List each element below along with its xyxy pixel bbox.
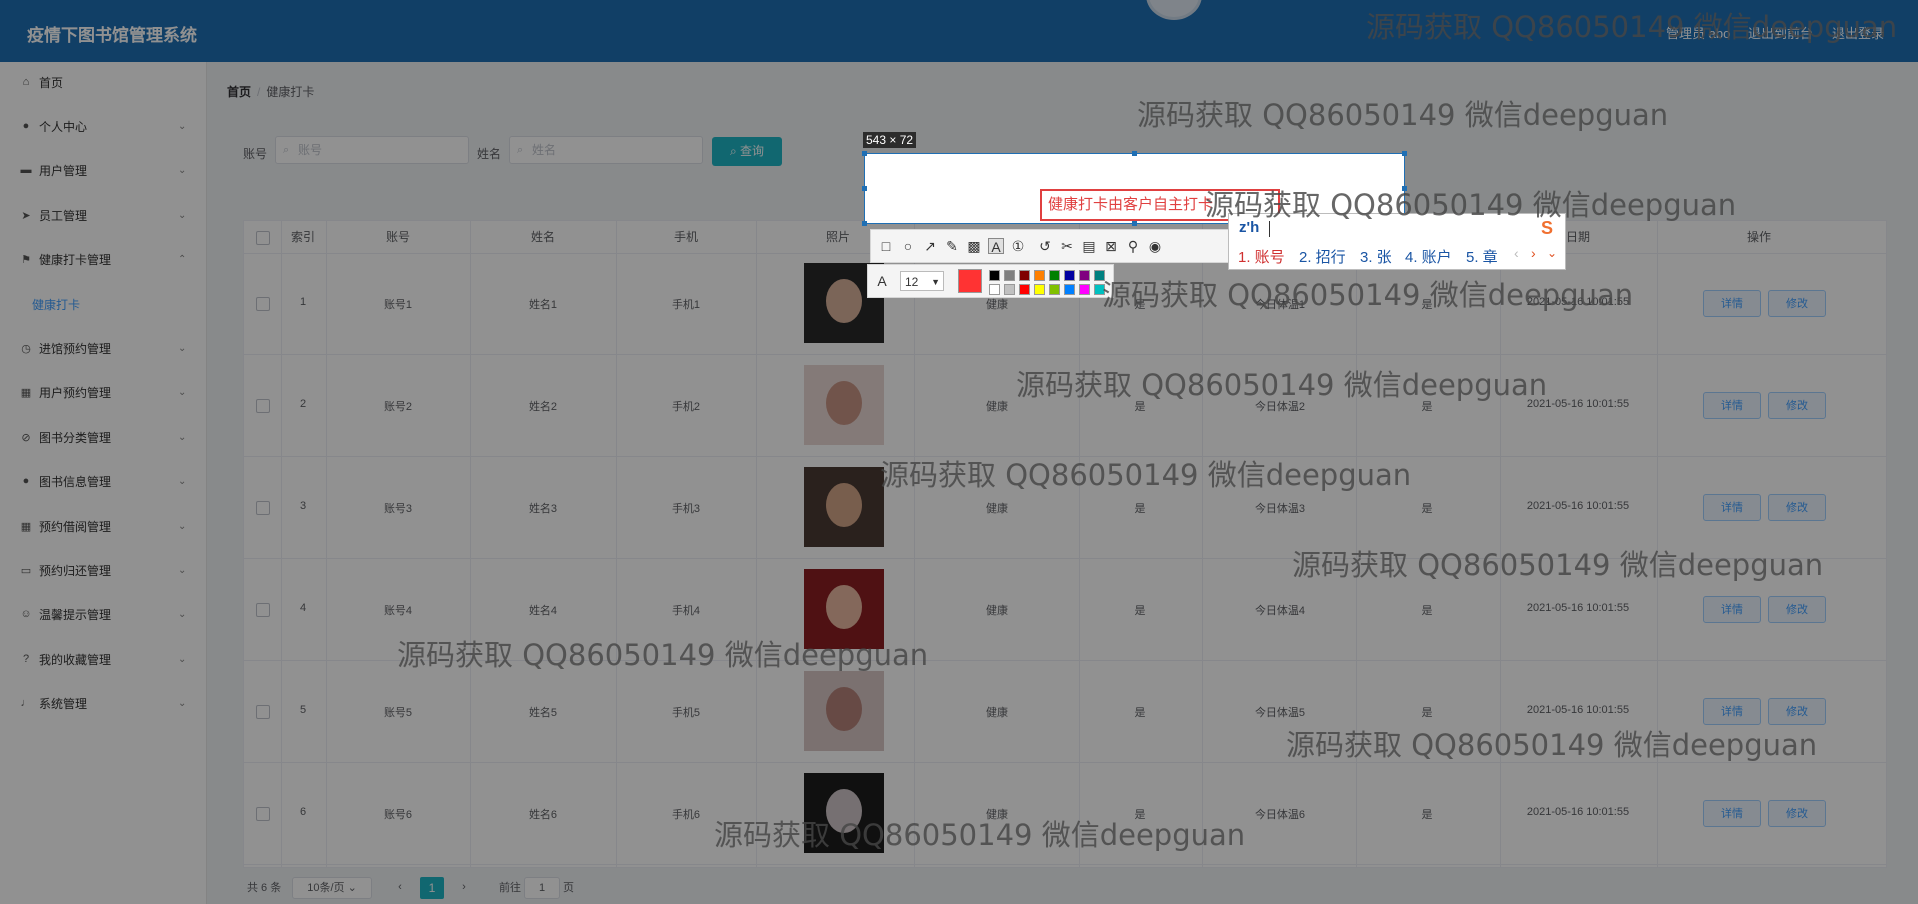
ime-expand-icon[interactable]: ⌄ (1547, 246, 1557, 260)
text-tool-icon[interactable]: A (988, 238, 1004, 255)
pen-tool-icon[interactable]: ✎ (944, 238, 960, 254)
color-swatch[interactable] (1064, 270, 1075, 281)
watermark-text: 源码获取 QQ86050149 微信deepguan (1205, 188, 1737, 222)
ime-prev-page-icon[interactable]: ‹ (1514, 245, 1519, 261)
watermark-text: 源码获取 QQ86050149 微信deepguan (1286, 728, 1818, 762)
color-swatch[interactable] (989, 284, 1000, 295)
mosaic-tool-icon[interactable]: ▩ (966, 238, 982, 254)
color-swatch[interactable] (1079, 270, 1090, 281)
watermark-text: 源码获取 QQ86050149 微信deepguan (1366, 10, 1898, 44)
watermark-text: 源码获取 QQ86050149 微信deepguan (397, 638, 929, 672)
resize-handle[interactable] (1402, 151, 1407, 156)
color-swatch[interactable] (1004, 284, 1015, 295)
color-swatch[interactable] (1034, 284, 1045, 295)
color-swatch[interactable] (989, 270, 1000, 281)
ocr-icon[interactable]: ▤ (1081, 238, 1097, 254)
font-icon: A (877, 273, 887, 289)
record-icon[interactable]: ◉ (1147, 238, 1163, 254)
watermark-text: 源码获取 QQ86050149 微信deepguan (1102, 278, 1634, 312)
color-swatch[interactable] (1049, 270, 1060, 281)
watermark-text: 源码获取 QQ86050149 微信deepguan (1292, 548, 1824, 582)
chevron-down-icon: ▼ (931, 277, 940, 287)
ime-next-page-icon[interactable]: › (1531, 245, 1536, 261)
number-tool-icon[interactable]: ① (1010, 238, 1026, 254)
color-swatch[interactable] (1019, 270, 1030, 281)
arrow-tool-icon[interactable]: ↗ (922, 238, 938, 254)
screenshot-toolbar: □ ○ ↗ ✎ ▩ A ① ↺ ✂ ▤ ⊠ ⚲ ◉ (870, 229, 1238, 263)
cut-icon[interactable]: ✂ (1059, 238, 1075, 254)
color-swatch[interactable] (1034, 270, 1045, 281)
resize-handle[interactable] (1132, 221, 1137, 226)
ime-candidate[interactable]: 4. 账户 (1405, 246, 1452, 267)
ime-candidate[interactable]: 1. 账号 (1238, 246, 1285, 267)
pin-icon[interactable]: ⚲ (1125, 238, 1141, 254)
ime-candidate[interactable]: 5. 章 (1466, 246, 1498, 267)
watermark-text: 源码获取 QQ86050149 微信deepguan (1137, 98, 1669, 132)
color-swatch[interactable] (1019, 284, 1030, 295)
ellipse-tool-icon[interactable]: ○ (900, 238, 916, 254)
font-size-value: 12 (905, 275, 919, 289)
resize-handle[interactable] (862, 151, 867, 156)
crop-icon[interactable]: ⊠ (1103, 238, 1119, 254)
font-size-select[interactable]: 12 ▼ (900, 271, 944, 291)
resize-handle[interactable] (862, 221, 867, 226)
rectangle-tool-icon[interactable]: □ (878, 238, 894, 254)
ime-candidate[interactable]: 2. 招行 (1299, 246, 1346, 267)
watermark-text: 源码获取 QQ86050149 微信deepguan (880, 458, 1412, 492)
undo-icon[interactable]: ↺ (1037, 238, 1053, 254)
watermark-text: 源码获取 QQ86050149 微信deepguan (714, 818, 1246, 852)
color-swatch[interactable] (1064, 284, 1075, 295)
ime-candidate[interactable]: 3. 张 (1360, 246, 1392, 267)
current-color-swatch[interactable] (958, 269, 982, 293)
color-swatch[interactable] (1079, 284, 1090, 295)
resize-handle[interactable] (1132, 151, 1137, 156)
selection-size-badge: 543 × 72 (863, 132, 917, 148)
resize-handle[interactable] (862, 186, 867, 191)
watermark-text: 源码获取 QQ86050149 微信deepguan (1016, 368, 1548, 402)
text-options-toolbar: A 12 ▼ (867, 264, 1114, 298)
color-swatch[interactable] (1004, 270, 1015, 281)
color-swatch[interactable] (1049, 284, 1060, 295)
